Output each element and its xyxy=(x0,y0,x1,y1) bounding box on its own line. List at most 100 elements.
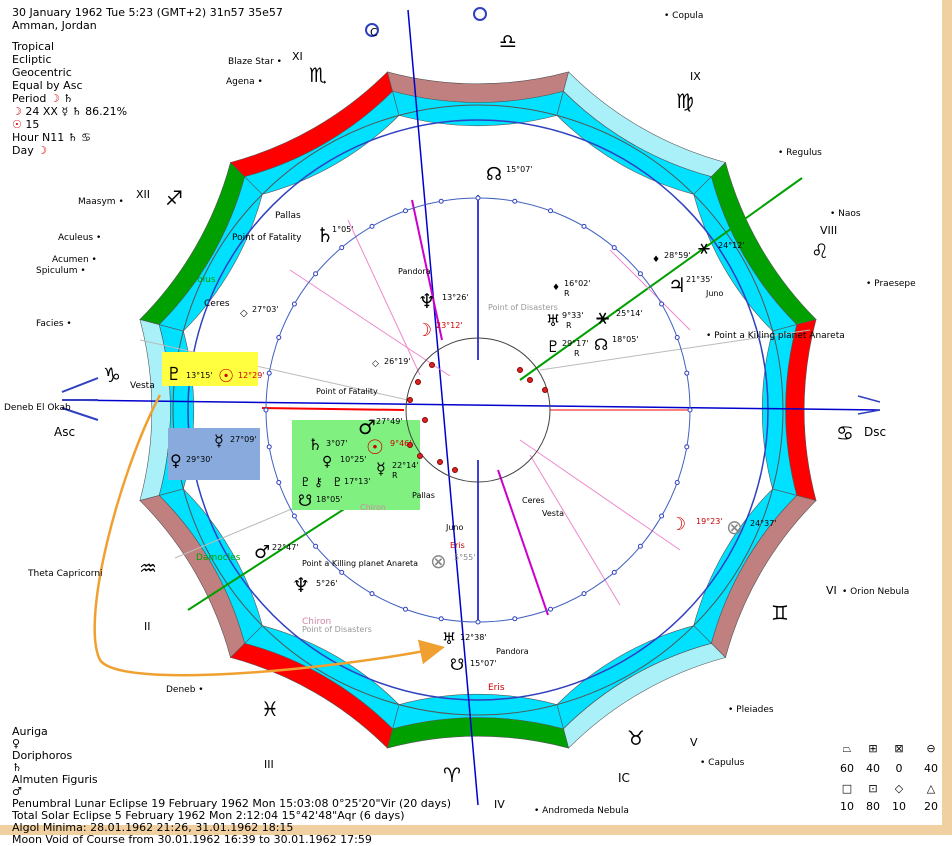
chart-label: 5°55' xyxy=(454,553,475,562)
chart-label: 23°12' xyxy=(436,321,463,330)
chart-label: 27°03' xyxy=(252,305,279,314)
wheel-tick-dot xyxy=(611,245,617,251)
chart-label: 29°17' xyxy=(562,339,589,348)
wheel-tick-dot xyxy=(684,444,690,450)
wheel-tick-dot xyxy=(475,195,481,201)
chart-label: 27°49' xyxy=(376,417,403,426)
part-of-fortune-icon: ⊗ xyxy=(726,515,743,539)
planet-position-dot xyxy=(417,453,423,459)
wheel-tick-dot xyxy=(313,271,319,277)
wheel-tick-dot xyxy=(611,569,617,575)
almuten-line: Almuten Figuris ♂ xyxy=(12,774,451,798)
moon-icon: ☽ xyxy=(49,92,60,105)
wheel-tick-dot xyxy=(512,616,518,622)
saturn-icon: ♄ xyxy=(71,105,82,118)
ascendant-label: Asc xyxy=(54,425,75,439)
aspect-grid: ⏢ ⊞ ⊠ ⊖ 60 40 0 40 □ ⊡ ◇ △ 10 80 10 20 xyxy=(834,742,944,813)
chart-label: 3°07' xyxy=(326,439,347,448)
chart-label: 21°35' xyxy=(686,275,713,284)
chart-label: Deneb El Okab xyxy=(4,403,71,413)
chart-label: 15°07' xyxy=(506,165,533,174)
ceres-diamond-icon: ◇ xyxy=(240,308,248,319)
saturn-icon: ♄ xyxy=(308,435,322,454)
setting-plane: Ecliptic xyxy=(12,53,52,66)
chart-label: 24°37' xyxy=(750,519,777,528)
period-line-2: ☽ 24 XX ☿ ♄ 86.21% xyxy=(12,105,128,118)
south-node-icon: ☋ xyxy=(298,491,312,510)
chart-label: Ceres xyxy=(204,299,230,309)
chart-label: 26°19' xyxy=(384,357,411,366)
wheel-tick-dot xyxy=(438,616,444,622)
moon-icon: ☽ xyxy=(670,514,686,535)
sextile-icon: ⚹ xyxy=(698,235,710,259)
zodiac-sign-icon: ♋ xyxy=(836,421,854,445)
chart-label: Spiculum • xyxy=(36,266,86,276)
mars-icon: ♂ xyxy=(254,542,270,563)
chart-label: Pandora xyxy=(398,267,431,276)
planet-position-dot xyxy=(517,367,523,373)
element-icon: ⊡ xyxy=(868,782,878,795)
setting-houses: Equal by Asc xyxy=(12,79,83,92)
neptune-icon: ♆ xyxy=(292,573,310,597)
zodiac-sign-icon: ♍ xyxy=(676,89,694,113)
hour-line: Hour N11 ♄ ♋ xyxy=(12,131,91,144)
chart-label: Vesta xyxy=(542,509,564,518)
cancer-icon: ♋ xyxy=(81,131,91,144)
zodiac-sign-icon: ♊ xyxy=(771,601,789,625)
zodiac-sign-icon: ♑ xyxy=(103,363,121,387)
wheel-tick-dot xyxy=(548,606,554,612)
chart-label: • Capulus xyxy=(700,758,745,768)
planet-position-dot xyxy=(542,387,548,393)
chart-label: Aculeus • xyxy=(58,233,101,243)
house-numeral: VI xyxy=(826,584,837,597)
wheel-tick-dot xyxy=(659,301,665,307)
chiron-icon: ⚷ xyxy=(314,475,323,489)
chart-label: 25°14' xyxy=(616,309,643,318)
chart-label: Blaze Star • xyxy=(228,57,282,67)
wheel-tick-dot xyxy=(581,223,587,229)
wheel-tick-dot xyxy=(674,334,680,340)
chart-label: 19°23' xyxy=(696,517,723,526)
moon-icon: ☽ xyxy=(416,320,432,341)
setting-centric: Geocentric xyxy=(12,66,72,79)
chart-label: ♦ xyxy=(652,255,660,265)
wheel-tick-dot xyxy=(291,301,297,307)
chart-label: 13°15' xyxy=(186,371,213,380)
chart-label: ◇ xyxy=(372,359,379,369)
wheel-tick-dot xyxy=(548,208,554,214)
sun-icon: ☉ xyxy=(218,366,234,387)
planet-position-dot xyxy=(415,379,421,385)
chart-label: • Point a Killing planet Anareta xyxy=(706,331,845,341)
north-node-icon: ☊ xyxy=(594,335,608,354)
wheel-tick-dot xyxy=(637,271,643,277)
house-numeral: V xyxy=(690,736,698,749)
element-icon: ⊠ xyxy=(894,742,904,755)
chart-date-line: 30 January 1962 Tue 5:23 (GMT+2) 31n57 3… xyxy=(12,6,283,19)
planet-position-dot xyxy=(407,397,413,403)
wheel-tick-dot xyxy=(637,543,643,549)
chart-label: • Orion Nebula xyxy=(842,587,909,597)
wheel-tick-dot xyxy=(438,198,444,204)
venus-icon: ♀ xyxy=(12,737,21,750)
pluto-icon: ♇ xyxy=(546,337,560,356)
wheel-tick-dot xyxy=(266,370,272,376)
chart-label: Theta Capricorni xyxy=(27,569,103,579)
pluto-icon: ♇ xyxy=(300,475,311,489)
south-node-icon: ☋ xyxy=(450,655,464,674)
wheel-tick-dot xyxy=(263,407,269,413)
mercury-icon: ☿ xyxy=(61,105,69,118)
chart-label: R xyxy=(564,289,570,298)
zodiac-sign-icon: ♒ xyxy=(139,556,157,580)
sextile-icon: ⚹ xyxy=(596,305,609,330)
chart-label: 1°05' xyxy=(332,225,353,234)
chart-label: 9°33' xyxy=(562,311,583,320)
planet-position-dot xyxy=(429,362,435,368)
wheel-tick-dot xyxy=(313,543,319,549)
element-icon: ◇ xyxy=(894,782,904,795)
house-numeral: IV xyxy=(494,798,505,811)
setting-zodiac: Tropical xyxy=(12,40,54,53)
chart-label: Point of Fatality xyxy=(232,233,302,243)
planet-position-dot xyxy=(437,459,443,465)
chart-label: Agena • xyxy=(226,77,263,87)
chart-label: Juno xyxy=(445,523,464,532)
